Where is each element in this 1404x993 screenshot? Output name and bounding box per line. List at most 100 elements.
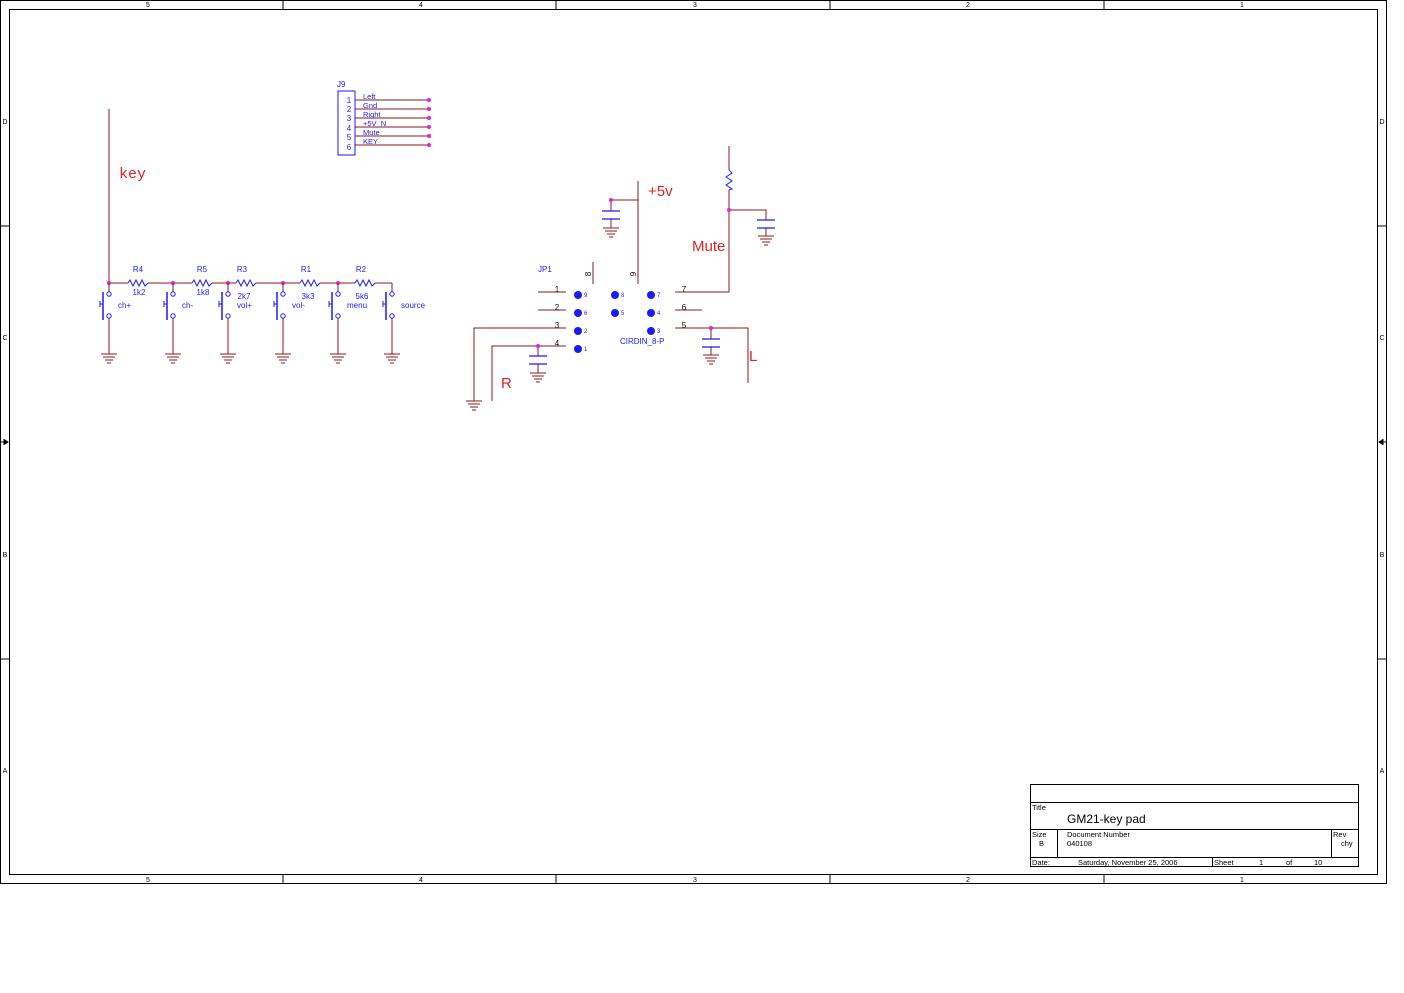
resistor-ref: R3: [237, 265, 248, 274]
jp1-pad-label: 7: [657, 293, 661, 299]
j9-pin-number: 3: [347, 114, 352, 123]
docnum-label: Document Number: [1067, 830, 1130, 839]
jp1-pin-number: 5: [682, 321, 687, 330]
j9-pin-numbers: 1 2 3 4 5 6: [347, 96, 352, 152]
jp1-pad: [647, 291, 655, 299]
j9-pin-number: 6: [347, 143, 352, 152]
j9-terminal-dot: [427, 125, 431, 129]
row-label-left: A: [3, 768, 8, 775]
title-block: Title Size Document Number Rev Date: She…: [1030, 784, 1359, 867]
row-label-left: D: [2, 119, 7, 126]
j9-pin-number: 2: [347, 105, 352, 114]
rev-value: chy: [1341, 839, 1353, 848]
jp1-pad-label: 8: [621, 293, 625, 299]
switch-vol-plus[interactable]: [218, 283, 231, 354]
col-label-bottom: 2: [966, 877, 970, 884]
j9-terminal-dot: [427, 134, 431, 138]
switch-label: source: [401, 301, 426, 310]
junction-dot: [609, 198, 613, 202]
jp1-pad: [574, 345, 582, 353]
row-label-right: C: [1379, 335, 1384, 342]
jp1-pad: [611, 309, 619, 317]
resistor-refs: R4 R5 R3 R1 R2: [133, 265, 367, 274]
col-label-top: 1: [1240, 2, 1244, 9]
jp1-pin-number: 3: [555, 321, 560, 330]
jp1-pad: [647, 309, 655, 317]
net-label-mute: Mute: [692, 238, 725, 255]
resistor-value: 3k3: [302, 292, 315, 301]
net-labels: +5v Mute L R: [501, 183, 757, 392]
col-label-top: 4: [419, 2, 423, 9]
switch-ch-minus[interactable]: [163, 283, 176, 354]
jp1-pad: [574, 327, 582, 335]
j9-pin-number: 4: [347, 124, 352, 133]
jp1-pin-number: 4: [555, 339, 560, 348]
resistor-ref: R5: [197, 265, 208, 274]
jp1-pin-number: 8: [584, 271, 593, 276]
col-label-top: 5: [146, 2, 150, 9]
j9-pin-number: 1: [347, 96, 352, 105]
jp1-pad-label: 6: [584, 311, 588, 317]
keypad-circuit[interactable]: key R4 R5 R3 R1 R2 1k2 1k8 2k7 3k3 5k6 c…: [99, 109, 426, 364]
jp1-right-pin-stubs: [675, 291, 702, 329]
j9-terminal-dot: [427, 107, 431, 111]
jp1-left-pin-numbers: 1 2 3 4: [555, 285, 560, 348]
resistor-value: 1k8: [197, 288, 210, 297]
size-value: B: [1039, 839, 1044, 848]
switch-label: vol-: [292, 301, 305, 310]
j9-signal-label: +5V_N: [363, 119, 386, 128]
jp1-pin-number: 7: [682, 285, 687, 294]
capacitor-r: [529, 355, 547, 365]
jp1-pin-number: 9: [629, 271, 638, 276]
sheet-label: Sheet: [1214, 858, 1235, 867]
switch-label: vol+: [237, 301, 252, 310]
jp1-pad-label: 3: [657, 329, 661, 335]
col-label-bottom: 5: [146, 877, 150, 884]
switch-label: menu: [347, 301, 367, 310]
border-frame: [0, 0, 1387, 884]
frame-column-labels: 5 4 3 2 1 5 4 3 2 1: [146, 2, 1244, 884]
net-label-r: R: [501, 375, 512, 392]
title-label: Title: [1032, 803, 1046, 812]
switch-source[interactable]: [382, 283, 395, 354]
junction-dot: [709, 326, 713, 330]
resistor-mute-pullup: [725, 169, 734, 191]
jp1-pad-label: 1: [584, 347, 588, 353]
j9-pin-number: 5: [347, 133, 352, 142]
connector-jp1[interactable]: JP1 1 2 3 4 7 6 5 8 9 9 8 7 6 5 4 2 3 1 …: [538, 262, 702, 353]
j9-signal-label: Mute: [363, 128, 380, 137]
net-label-5v: +5v: [648, 183, 673, 200]
switch-vol-minus[interactable]: [273, 283, 286, 354]
ground-symbol: [101, 353, 400, 364]
resistor-ref: R4: [133, 265, 144, 274]
jp1-top-pin-numbers: 8 9: [584, 271, 638, 276]
switch-menu[interactable]: [328, 283, 341, 354]
resistor-ref: R2: [356, 265, 367, 274]
jp1-pad-label: 9: [584, 293, 588, 299]
switch-label: ch+: [118, 301, 131, 310]
jp1-pin-number: 2: [555, 303, 560, 312]
jp1-net-wiring: [473, 146, 767, 401]
resistor-ref: R1: [301, 265, 312, 274]
date-label: Date:: [1032, 858, 1050, 867]
rev-label: Rev: [1333, 830, 1347, 839]
col-label-bottom: 1: [1240, 877, 1244, 884]
resistor-values: 1k2 1k8 2k7 3k3 5k6: [133, 288, 369, 301]
switch-label: ch-: [182, 301, 193, 310]
jp1-pad: [574, 291, 582, 299]
switch-ch-plus[interactable]: [99, 283, 112, 354]
jp1-pad: [611, 291, 619, 299]
frame-row-labels: D C B A D C B A: [2, 119, 1384, 775]
row-label-left: B: [3, 552, 8, 559]
capacitor-5v: [602, 210, 620, 220]
j9-terminal-dot: [427, 116, 431, 120]
jp1-ref: JP1: [538, 265, 552, 274]
title-value: GM21-key pad: [1067, 812, 1146, 826]
connector-j9[interactable]: J9 1 2 3 4 5 6 Left Gnd Right +5V_N Mute…: [337, 80, 431, 156]
row-label-right: B: [1380, 552, 1385, 559]
row-label-right: D: [1379, 119, 1384, 126]
size-label: Size: [1032, 830, 1047, 839]
jp1-pin-number: 6: [682, 303, 687, 312]
j9-terminal-dot: [427, 98, 431, 102]
jp1-pad-label: 4: [657, 311, 661, 317]
